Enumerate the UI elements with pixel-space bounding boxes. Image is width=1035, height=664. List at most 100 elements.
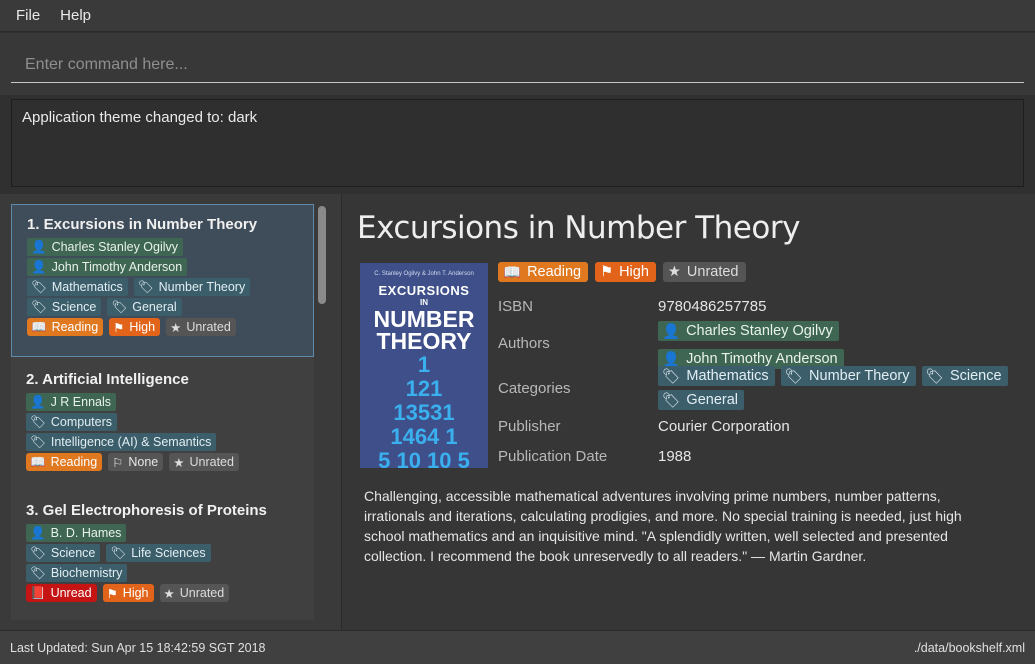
- priority-badge: ⚐ None: [108, 453, 164, 471]
- category-name: Number Theory: [809, 368, 910, 384]
- category-name: General: [686, 392, 739, 408]
- menu-help[interactable]: Help: [50, 7, 101, 24]
- status-badge: 📖 Reading: [26, 453, 103, 471]
- book-card[interactable]: 3. Gel Electrophoresis of Proteins 👤 B. …: [11, 488, 314, 620]
- tag-icon: 🏷: [30, 434, 46, 449]
- category-name: General: [132, 300, 177, 314]
- category-name: Science: [50, 546, 96, 560]
- author-name: Charles Stanley Ogilvy: [686, 323, 833, 339]
- book-details-panel: Excursions in Number Theory C. Stanley O…: [342, 194, 1035, 630]
- book-description: Challenging, accessible mathematical adv…: [364, 488, 962, 564]
- cover-title-big: NUMBER THEORY: [360, 306, 488, 353]
- book-card-title: 2. Artificial Intelligence: [26, 371, 189, 388]
- priority-badge: ⚑ High: [109, 318, 161, 336]
- cover-digits-row: 5 10 10 5: [378, 448, 470, 469]
- person-icon: 👤: [662, 323, 681, 340]
- category-chip: 🏷 Science: [27, 298, 102, 316]
- publisher-value: Courier Corporation: [658, 418, 790, 435]
- category-chip: 🏷 Number Theory: [780, 366, 916, 386]
- cover-title-line: NUMBER: [373, 306, 475, 332]
- author-name: Charles Stanley Ogilvy: [51, 240, 179, 254]
- tag-icon: 🏷: [662, 392, 681, 409]
- tag-icon: 🏷: [110, 545, 127, 560]
- book-cover-image: C. Stanley Ogilvy & John T. Anderson EXC…: [360, 263, 488, 468]
- star-icon: ★: [163, 586, 175, 601]
- tag-icon: 🏷: [662, 368, 681, 385]
- flag-icon: ⚑: [113, 320, 125, 335]
- category-chip: 🏷 Number Theory: [133, 278, 251, 296]
- status-text: Reading: [527, 264, 582, 280]
- tag-icon: 🏷: [137, 279, 154, 294]
- menu-file[interactable]: File: [6, 7, 50, 24]
- category-chip: 🏷 General: [107, 298, 182, 316]
- tag-icon: 🏷: [784, 368, 804, 385]
- author-chip: 👤 John Timothy Anderson: [27, 258, 188, 276]
- category-name: Computers: [50, 415, 113, 429]
- category-name: Science: [51, 300, 97, 314]
- book-card-title: 3. Gel Electrophoresis of Proteins: [26, 502, 267, 519]
- cover-digits-row: 1: [417, 352, 431, 377]
- status-text: Reading: [50, 455, 98, 469]
- star-icon: ★: [667, 264, 681, 280]
- publication-date-value: 1988: [658, 448, 692, 465]
- category-chip: 🏷 Mathematics: [658, 366, 775, 386]
- status-text: Reading: [51, 320, 99, 334]
- result-display[interactable]: Application theme changed to: dark: [11, 99, 1024, 187]
- author-chip: 👤 J R Ennals: [26, 393, 117, 411]
- category-chip: 🏷 Mathematics: [27, 278, 128, 296]
- isbn-value: 9780486257785: [658, 298, 767, 315]
- book-card[interactable]: 2. Artificial Intelligence 👤 J R Ennals …: [11, 357, 314, 488]
- category-name: Mathematics: [51, 280, 123, 294]
- tag-icon: 🏷: [31, 279, 47, 294]
- category-chip: 🏷 Life Sciences: [106, 544, 211, 562]
- cover-title-line: EXCURSIONS: [378, 283, 470, 298]
- cover-pascal-triangle: 1 121 13531 1464 1 5 10 10 5: [360, 352, 488, 469]
- star-icon: ★: [170, 320, 182, 335]
- tag-icon: 🏷: [30, 414, 46, 429]
- category-name: Mathematics: [686, 368, 769, 384]
- open-book-icon: 📖: [503, 264, 522, 281]
- priority-text: High: [619, 264, 649, 280]
- detail-badges: 📖 Reading ⚑ High ★ Unrated: [498, 262, 746, 282]
- rating-text: Unrated: [179, 586, 225, 600]
- command-area: [0, 33, 1035, 95]
- open-book-icon: 📖: [30, 454, 46, 469]
- author-name: John Timothy Anderson: [51, 260, 183, 274]
- person-icon: 👤: [662, 351, 681, 368]
- category-name: Life Sciences: [131, 546, 206, 560]
- isbn-label: ISBN: [498, 298, 534, 315]
- rating-text: Unrated: [186, 320, 231, 334]
- publication-date-label: Publication Date: [498, 448, 608, 465]
- person-icon: 👤: [30, 394, 46, 409]
- tag-icon: 🏷: [925, 368, 944, 385]
- open-book-icon: 📖: [31, 319, 47, 334]
- cover-digits-row: 121: [405, 376, 443, 401]
- detail-title: Excursions in Number Theory: [357, 210, 800, 246]
- category-chip: 🏷 General: [658, 390, 745, 410]
- person-icon: 👤: [30, 525, 46, 540]
- save-location: ./data/bookshelf.xml: [913, 640, 1025, 655]
- flag-icon: ⚑: [600, 264, 614, 280]
- author-chip: 👤 Charles Stanley Ogilvy: [27, 238, 184, 256]
- detail-categories: 🏷 Mathematics 🏷 Number Theory 🏷 Science …: [658, 366, 1028, 410]
- category-chip: 🏷 Science: [26, 544, 101, 562]
- categories-label: Categories: [498, 380, 571, 397]
- rating-badge: ★ Unrated: [159, 584, 230, 602]
- status-badge: 📖 Reading: [27, 318, 104, 336]
- command-input[interactable]: [11, 47, 1024, 83]
- book-card[interactable]: 1. Excursions in Number Theory 👤 Charles…: [11, 204, 314, 357]
- star-icon: ★: [173, 455, 185, 470]
- rating-badge: ★ Unrated: [166, 318, 236, 336]
- flag-icon: ⚑: [106, 586, 118, 601]
- status-bar: Last Updated: Sun Apr 15 18:42:59 SGT 20…: [0, 630, 1035, 664]
- detail-authors: 👤 Charles Stanley Ogilvy 👤 John Timothy …: [658, 321, 1028, 369]
- status-badge: 📕 Unread: [26, 584, 97, 602]
- cover-digits-row: 1464 1: [390, 424, 458, 449]
- category-chip: 🏷 Biochemistry: [26, 564, 128, 582]
- book-list-scrollbar[interactable]: [318, 206, 326, 304]
- category-name: Science: [949, 368, 1002, 384]
- tag-icon: 🏷: [31, 299, 47, 314]
- cover-authors: C. Stanley Ogilvy & John T. Anderson: [374, 271, 474, 277]
- category-name: Biochemistry: [50, 566, 123, 580]
- flag-icon: ⚐: [112, 455, 124, 470]
